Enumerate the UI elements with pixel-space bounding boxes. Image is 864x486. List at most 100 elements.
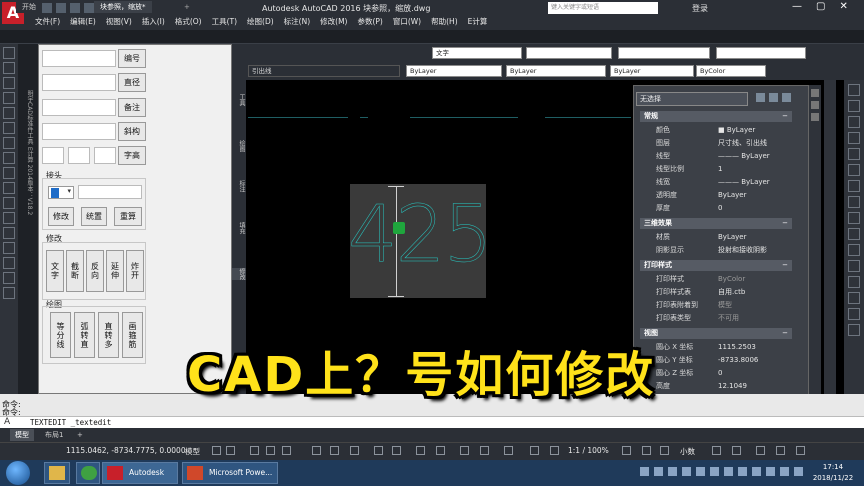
clock-date[interactable]: 2018/11/22 [808, 474, 858, 482]
tab-start[interactable]: 开始 [16, 1, 42, 13]
text-style-select[interactable]: 文字 [432, 47, 522, 59]
annotation-scale[interactable]: 1:1 / 100% [568, 446, 609, 455]
prop-row[interactable]: 图层 尺寸线、引出线 [640, 137, 792, 150]
autocad-task-button[interactable]: Autodesk AutoC... [102, 462, 178, 484]
save-icon[interactable] [56, 3, 66, 13]
tab-layout1[interactable]: 布局1 [40, 429, 68, 441]
table-style-select[interactable] [618, 47, 710, 59]
close-icon[interactable] [811, 89, 819, 97]
collapse-icon[interactable]: − [782, 260, 788, 271]
circle-tool-icon[interactable] [3, 122, 15, 134]
diameter-input[interactable] [42, 74, 116, 91]
command-input[interactable]: TEXTEDIT _textedit [30, 418, 111, 427]
open-icon[interactable] [42, 3, 52, 13]
height-input-1[interactable] [42, 147, 64, 164]
cloud-tool-icon[interactable] [3, 137, 15, 149]
menu-dimension[interactable]: 标注(N) [279, 16, 315, 28]
annotation-icon[interactable] [504, 446, 513, 455]
selection-cycling-icon[interactable] [416, 446, 425, 455]
prop-row[interactable]: 圆心 Y 坐标 -8733.8006 [640, 354, 792, 367]
lineweight-icon[interactable] [374, 446, 383, 455]
prop-section-header[interactable]: 三维效果 − [640, 218, 792, 229]
vertical-scrollbar[interactable] [824, 80, 836, 420]
line-tool-icon[interactable] [3, 47, 15, 59]
menu-window[interactable]: 窗口(W) [388, 16, 426, 28]
draw-stirrup-button[interactable]: 画箍筋 [122, 312, 143, 358]
prop-row[interactable]: 打印表类型 不可用 [640, 312, 792, 325]
explorer-taskbar-icon[interactable] [44, 462, 70, 484]
region-tool-icon[interactable] [3, 257, 15, 269]
tray-app-icon[interactable] [710, 467, 719, 476]
units-select[interactable]: 小数 [680, 446, 695, 457]
drawing-line[interactable] [410, 117, 518, 118]
prop-value[interactable]: 1115.2503 [718, 341, 792, 354]
prop-row[interactable]: 线型 ——— ByLayer [640, 150, 792, 163]
clock-time[interactable]: 17:14 [808, 463, 858, 471]
plotstyle-select[interactable]: ByColor [696, 65, 766, 77]
connect-value-input[interactable] [78, 185, 142, 199]
quick-select-icon[interactable] [782, 93, 791, 102]
vtab-dimension[interactable]: 标注 [232, 180, 246, 192]
prop-value[interactable]: 模型 [718, 299, 792, 312]
erase-icon[interactable] [848, 84, 860, 96]
workspace-icon[interactable] [530, 446, 539, 455]
menu-view[interactable]: 视图(V) [101, 16, 137, 28]
height-input-3[interactable] [94, 147, 116, 164]
customize-icon[interactable] [796, 446, 805, 455]
modify-text-button[interactable]: 文字 [46, 250, 64, 292]
prop-value[interactable]: 0 [718, 202, 792, 215]
connect-recalc-button[interactable]: 重算 [114, 207, 142, 226]
menu-ecalc[interactable]: E计算 [463, 16, 493, 28]
modify-break-button[interactable]: 截断 [66, 250, 84, 292]
polar-icon[interactable] [266, 446, 275, 455]
ortho-icon[interactable] [250, 446, 259, 455]
tray-app-icon[interactable] [724, 467, 733, 476]
rotate-icon[interactable] [848, 180, 860, 192]
isodraft-icon[interactable] [282, 446, 291, 455]
menu-parametric[interactable]: 参数(P) [352, 16, 387, 28]
prop-row[interactable]: 阴影显示 投射和接收阴影 [640, 244, 792, 257]
selection-select[interactable]: 无选择 [636, 92, 748, 106]
lock-icon[interactable] [732, 446, 741, 455]
prop-row[interactable]: 颜色 ■ ByLayer [640, 124, 792, 137]
vtab-tools[interactable]: 工具 [232, 94, 246, 106]
fillet-icon[interactable] [848, 308, 860, 320]
menu-help[interactable]: 帮助(H) [426, 16, 463, 28]
multileader-style-select[interactable] [716, 47, 806, 59]
undo-icon[interactable] [84, 3, 94, 13]
prop-value[interactable]: ByLayer [718, 189, 792, 202]
command-line[interactable] [0, 416, 864, 428]
join-icon[interactable] [848, 276, 860, 288]
tray-app-icon[interactable] [696, 467, 705, 476]
modify-reverse-button[interactable]: 反向 [86, 250, 104, 292]
prop-value[interactable]: ByColor [718, 273, 792, 286]
print-icon[interactable] [70, 3, 80, 13]
spline-tool-icon[interactable] [3, 152, 15, 164]
connect-select[interactable]: ▾ [48, 186, 74, 199]
arc-tool-icon[interactable] [3, 107, 15, 119]
move-icon[interactable] [848, 164, 860, 176]
table-tool-icon[interactable] [3, 272, 15, 284]
modify-extend-button[interactable]: 延伸 [106, 250, 124, 292]
prop-section-header[interactable]: 常规 − [640, 111, 792, 122]
maximize-button[interactable]: ▢ [816, 1, 825, 12]
drawing-line[interactable] [545, 117, 631, 118]
gizmo-icon[interactable] [480, 446, 489, 455]
prop-row[interactable]: 圆心 X 坐标 1115.2503 [640, 341, 792, 354]
tab-model[interactable]: 模型 [10, 429, 34, 441]
menu-edit[interactable]: 编辑(E) [65, 16, 101, 28]
drawing-line[interactable] [248, 117, 348, 118]
collapse-icon[interactable]: − [782, 218, 788, 229]
isolate-icon[interactable] [660, 446, 669, 455]
hardware-accel-icon[interactable] [756, 446, 765, 455]
gear-icon[interactable] [622, 446, 631, 455]
arc-to-line-button[interactable]: 弧转直 [74, 312, 95, 358]
prop-value[interactable]: ByLayer [718, 231, 792, 244]
collapse-icon[interactable]: − [782, 328, 788, 339]
tray-app-icon[interactable] [668, 467, 677, 476]
drawing-text[interactable]: 425 [348, 190, 493, 281]
minimize-button[interactable]: — [792, 1, 802, 12]
gradient-tool-icon[interactable] [3, 242, 15, 254]
layer-select[interactable]: 引出线 [248, 65, 400, 77]
menu-draw[interactable]: 绘图(D) [242, 16, 279, 28]
